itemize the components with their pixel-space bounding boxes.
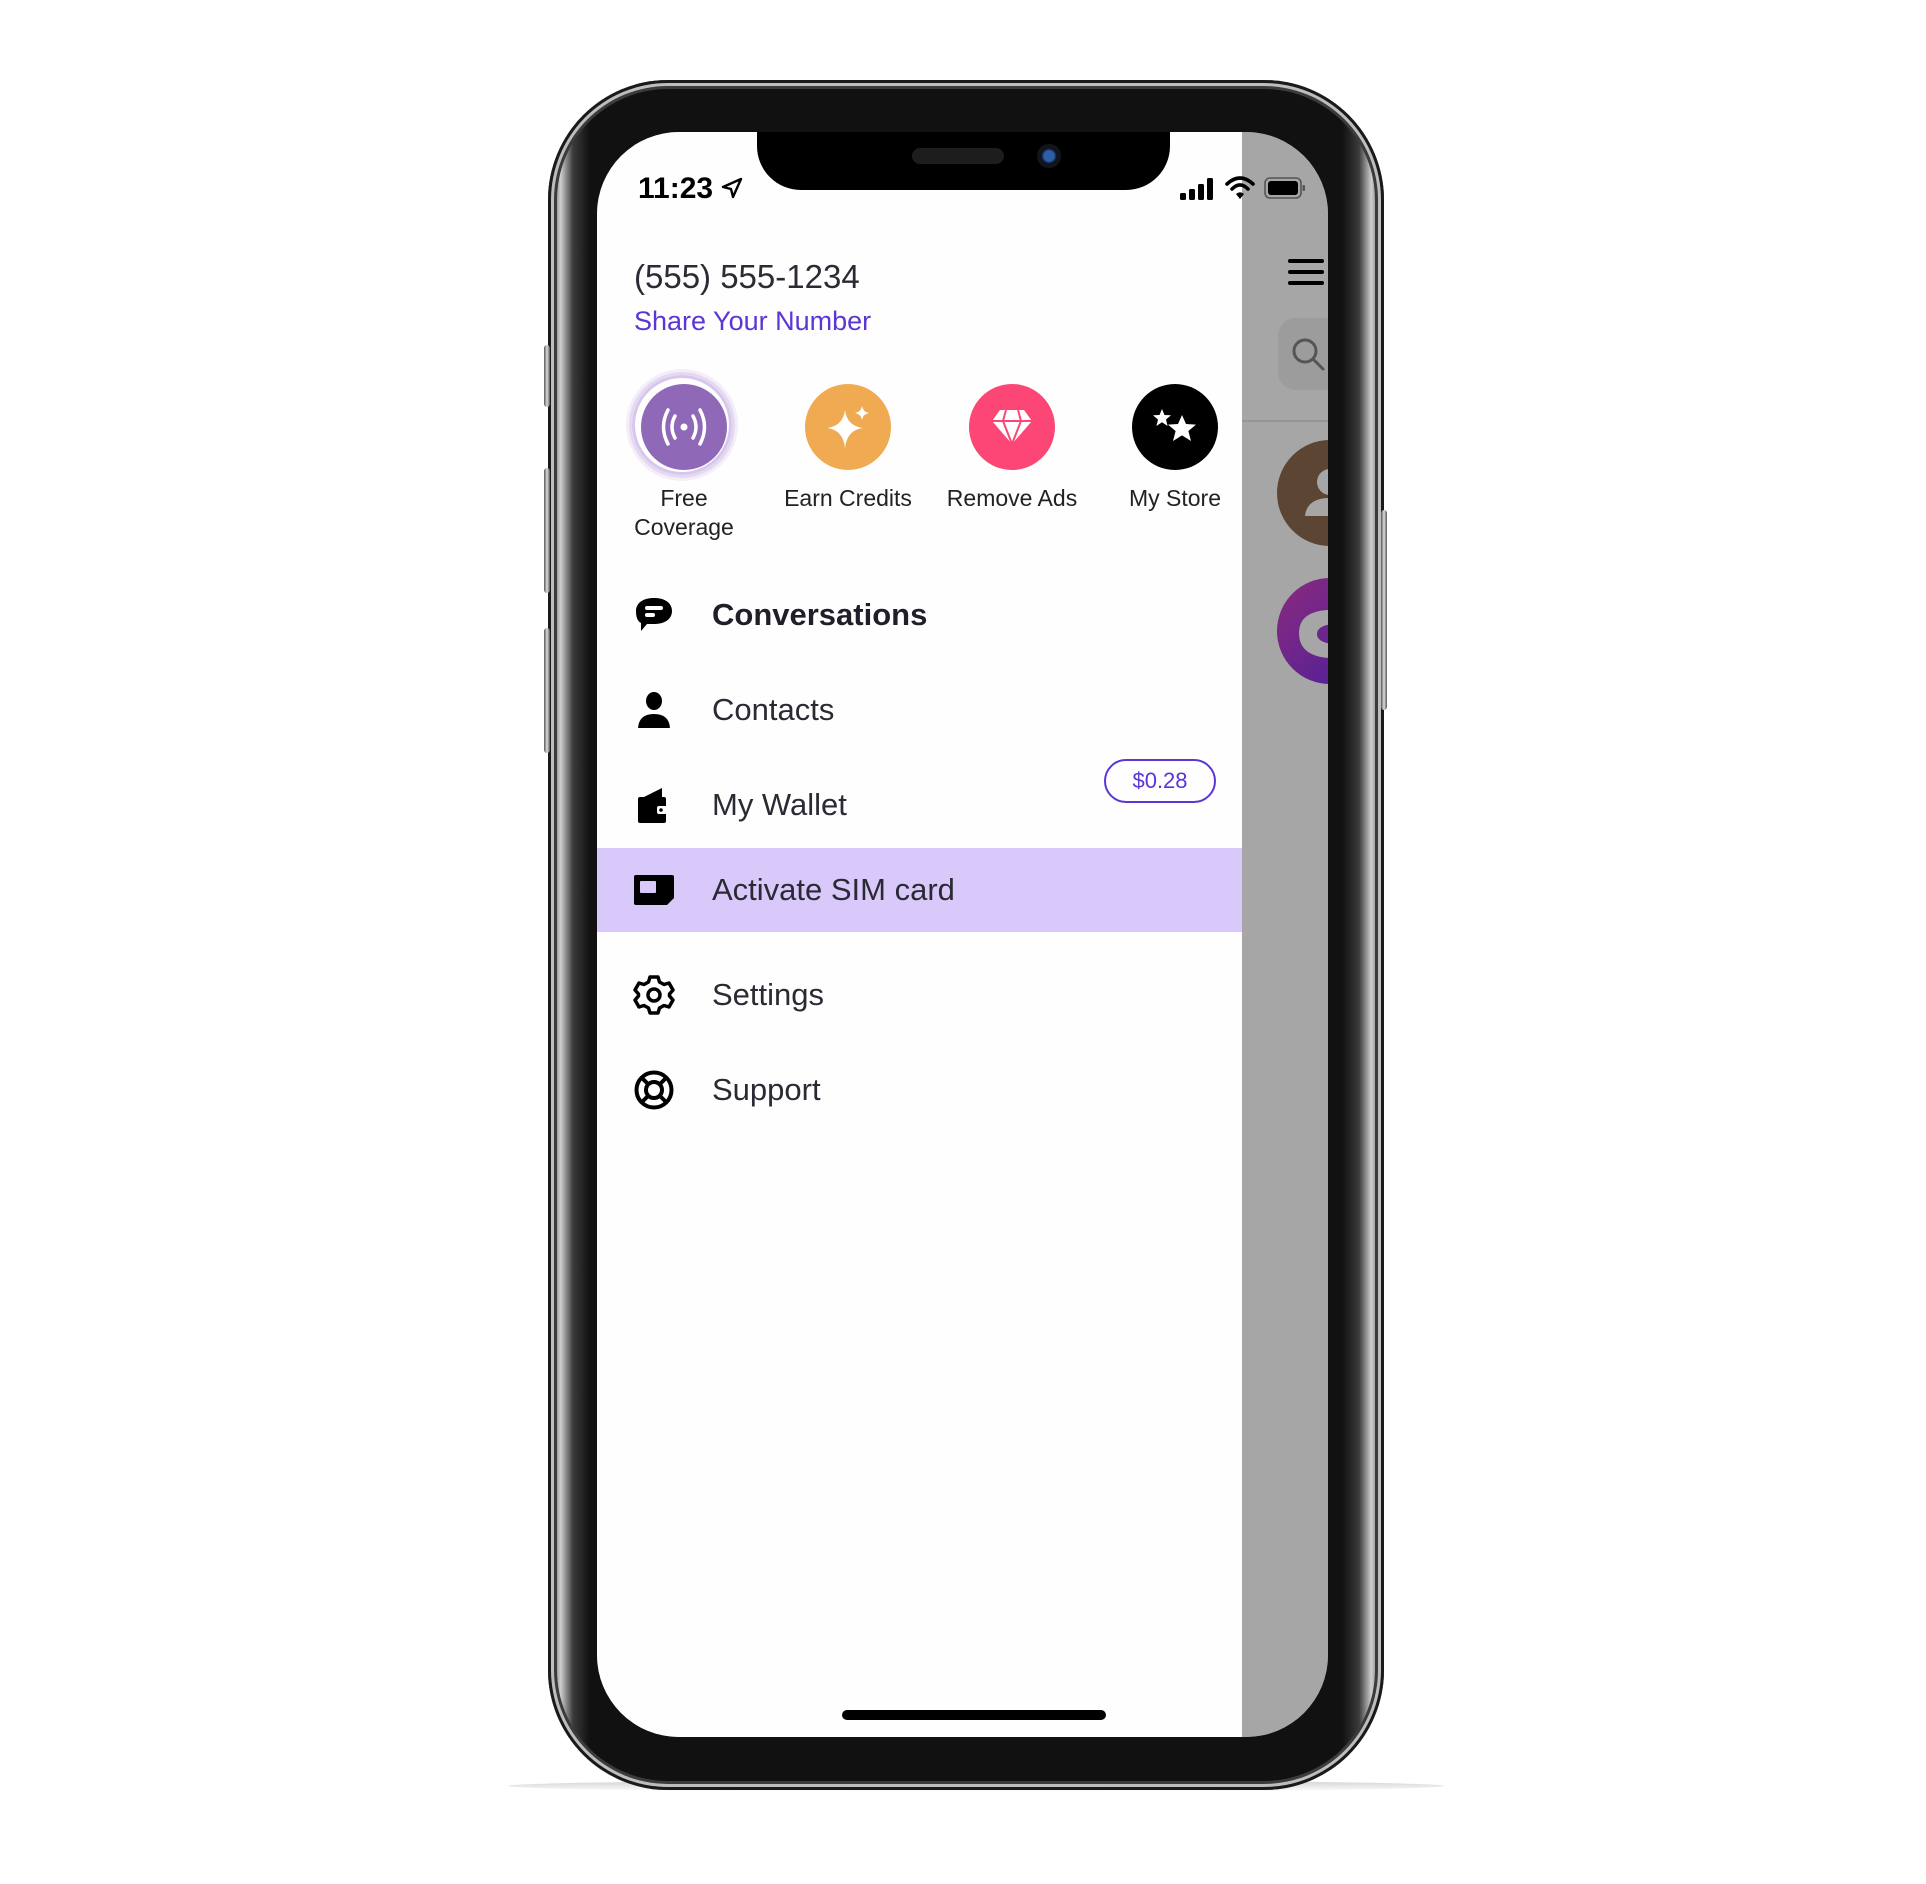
speaker-grille <box>912 148 1004 164</box>
power-button <box>1381 510 1387 710</box>
volume-down-button <box>544 628 550 753</box>
lifebuoy-icon <box>633 1069 675 1111</box>
sparkle-icon <box>827 406 869 448</box>
front-camera <box>1037 144 1061 168</box>
quick-action-label: Free Coverage <box>634 485 734 540</box>
chat-logo-icon <box>1299 610 1328 658</box>
device-notch <box>757 132 1170 190</box>
background-app-logo-avatar[interactable] <box>1277 578 1328 684</box>
mute-switch <box>544 345 550 407</box>
person-avatar-icon <box>1305 469 1328 516</box>
quick-action-free-coverage[interactable]: Free Coverage <box>599 372 769 542</box>
menu-item-settings[interactable]: Settings <box>597 953 1242 1037</box>
volume-up-button <box>544 468 550 593</box>
search-icon <box>1292 338 1325 371</box>
menu-item-my-wallet[interactable]: My Wallet $0.28 <box>597 759 1242 847</box>
share-number-link[interactable]: Share Your Number <box>634 306 871 337</box>
hamburger-menu-icon[interactable] <box>1288 259 1324 285</box>
wallet-balance-badge: $0.28 <box>1104 759 1216 803</box>
quick-action-label: Earn Credits <box>784 485 912 511</box>
background-contact-avatar[interactable] <box>1277 440 1328 546</box>
menu-label: Support <box>712 1072 821 1107</box>
person-icon <box>633 689 675 731</box>
status-time: 11:23 <box>638 172 714 205</box>
menu-item-activate-sim-card[interactable]: Activate SIM card <box>597 848 1242 932</box>
chat-bubble-icon <box>633 594 675 636</box>
menu-label: Conversations <box>712 597 928 632</box>
wifi-icon <box>1225 176 1255 199</box>
diamond-icon <box>992 409 1032 446</box>
menu-label: Activate SIM card <box>712 872 955 907</box>
pulse-ring <box>629 372 735 478</box>
quick-action-earn-credits[interactable]: Earn Credits <box>763 384 933 513</box>
gear-icon <box>633 974 675 1016</box>
menu-item-conversations[interactable]: Conversations <box>597 573 1242 657</box>
home-indicator[interactable] <box>842 1710 1106 1720</box>
menu-label: Contacts <box>712 692 835 727</box>
quick-action-label: My Store <box>1128 485 1222 511</box>
wallet-icon <box>633 784 675 826</box>
navigation-drawer: (555) 555-1234 Share Your Number Free Co… <box>597 132 1242 1737</box>
quick-action-label: Remove Ads <box>946 485 1078 511</box>
phone-screen: (555) 555-1234 Share Your Number Free Co… <box>597 132 1328 1737</box>
location-arrow-icon <box>721 177 743 199</box>
menu-label: My Wallet <box>712 787 847 822</box>
quick-action-my-store[interactable]: My Store <box>1090 384 1260 513</box>
cellular-signal-icon <box>1180 178 1213 200</box>
menu-item-contacts[interactable]: Contacts <box>597 668 1242 752</box>
phone-number: (555) 555-1234 <box>634 258 860 295</box>
sim-card-icon <box>633 869 675 911</box>
stars-icon <box>1153 409 1196 441</box>
quick-action-remove-ads[interactable]: Remove Ads <box>927 384 1097 513</box>
menu-label: Settings <box>712 977 825 1012</box>
battery-icon <box>1264 177 1305 199</box>
menu-item-support[interactable]: Support <box>597 1048 1242 1132</box>
